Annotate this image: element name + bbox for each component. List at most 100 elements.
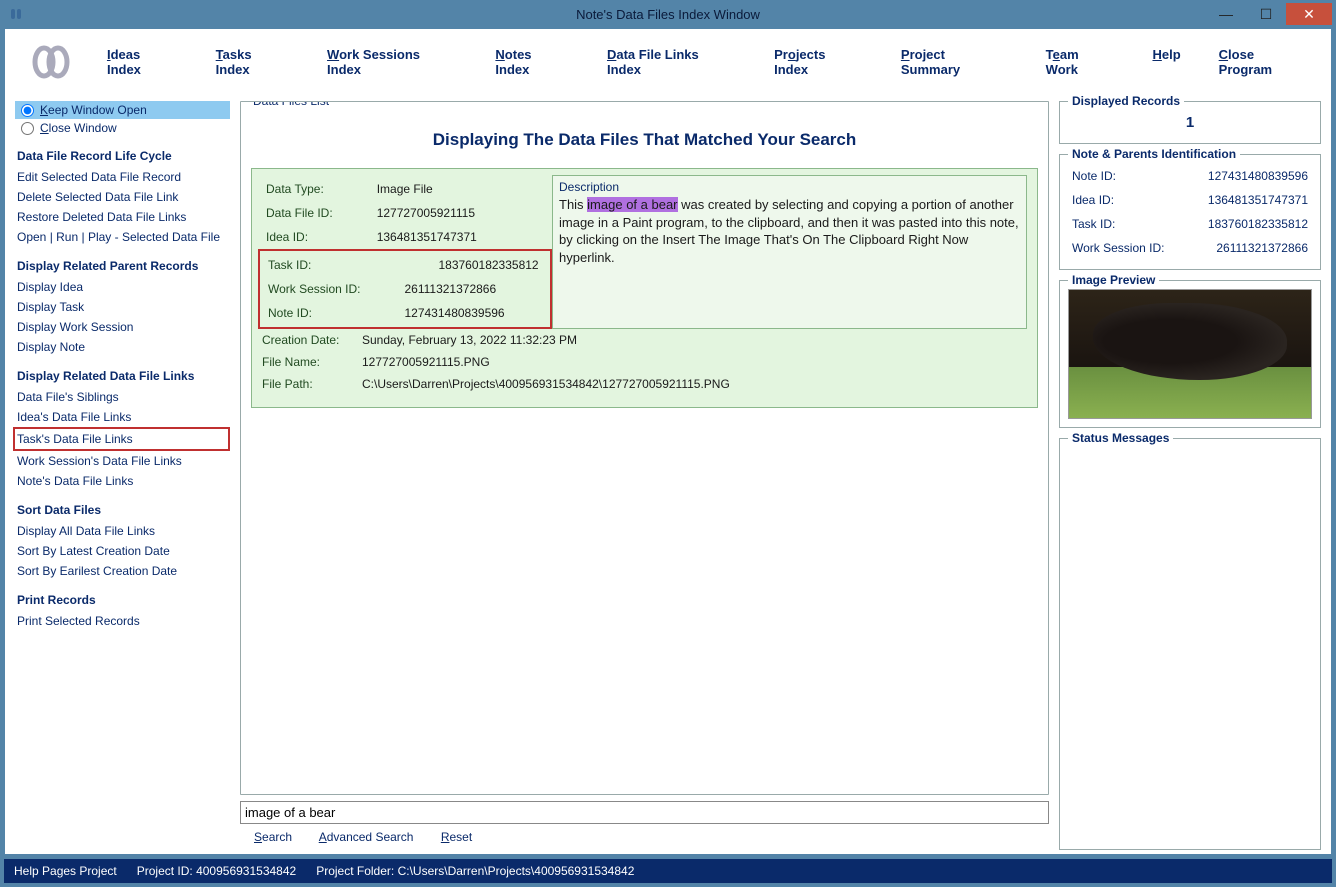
- menu-data-file-links[interactable]: Data File Links Index: [607, 47, 736, 77]
- row-creation: Creation Date:Sunday, February 13, 2022 …: [262, 329, 1027, 351]
- description-box: Description This image of a bear was cre…: [552, 175, 1027, 329]
- statusbar: Help Pages Project Project ID: 400956931…: [4, 859, 1332, 883]
- right-column: Displayed Records 1 Note & Parents Ident…: [1059, 101, 1321, 850]
- link-sort-latest[interactable]: Sort By Latest Creation Date: [15, 541, 230, 561]
- val-filename: 127727005921115.PNG: [362, 355, 490, 369]
- app-icon: [8, 6, 24, 22]
- desc-pre: This: [559, 197, 587, 212]
- search-row: [240, 795, 1049, 824]
- section-sort: Sort Data Files: [17, 503, 230, 517]
- link-display-idea[interactable]: Display Idea: [15, 277, 230, 297]
- lbl-data-file-id: Data File ID:: [262, 201, 337, 225]
- status-messages-legend: Status Messages: [1068, 431, 1173, 445]
- app-window: Note's Data Files Index Window — ☐ ✕ Ide…: [0, 0, 1336, 887]
- status-project-folder: Project Folder: C:\Users\Darren\Projects…: [316, 864, 634, 878]
- card-row-top: Data Type:Image File Data File ID:127727…: [262, 177, 1027, 329]
- link-siblings[interactable]: Data File's Siblings: [15, 387, 230, 407]
- section-lifecycle: Data File Record Life Cycle: [17, 149, 230, 163]
- val-idea-id: 136481351747371: [337, 225, 481, 249]
- data-files-list-fieldset: Data Files List Displaying The Data File…: [240, 101, 1049, 795]
- link-restore-links[interactable]: Restore Deleted Data File Links: [15, 207, 230, 227]
- lbl-task-id: Task ID:: [264, 253, 364, 277]
- window-title: Note's Data Files Index Window: [576, 7, 760, 22]
- link-ws-links[interactable]: Work Session's Data File Links: [15, 451, 230, 471]
- displayed-records-legend: Displayed Records: [1068, 95, 1184, 108]
- image-preview-box: Image Preview: [1059, 280, 1321, 428]
- link-display-work-session[interactable]: Display Work Session: [15, 317, 230, 337]
- menu-work-sessions[interactable]: Work Sessions Index: [327, 47, 457, 77]
- displayed-count: 1: [1068, 110, 1312, 135]
- val-data-file-id: 127727005921115: [337, 201, 481, 225]
- menu-project-summary[interactable]: Project Summary: [901, 47, 1008, 77]
- close-button[interactable]: ✕: [1286, 3, 1332, 25]
- minimize-button[interactable]: —: [1206, 3, 1246, 25]
- reset-button[interactable]: Reset: [441, 830, 472, 844]
- val-r-idea-id: 136481351747371: [1177, 189, 1310, 211]
- search-button[interactable]: Search: [254, 830, 292, 844]
- row-filepath: File Path:C:\Users\Darren\Projects\40095…: [262, 373, 1027, 395]
- radio-keep-open-input[interactable]: [21, 104, 34, 117]
- menu-close-program[interactable]: Close Program: [1219, 47, 1311, 77]
- sidebar: Keep Window Open Close Window Data File …: [15, 101, 230, 850]
- window-controls: — ☐ ✕: [1206, 3, 1332, 25]
- card-identifiers: Data Type:Image File Data File ID:127727…: [262, 177, 552, 329]
- val-data-type: Image File: [337, 177, 481, 201]
- menu-notes[interactable]: Notes Index: [495, 47, 569, 77]
- data-file-card[interactable]: Data Type:Image File Data File ID:127727…: [251, 168, 1038, 408]
- desc-highlight: image of a bear: [587, 197, 677, 212]
- app-logo: [25, 36, 77, 88]
- menubar: Ideas Index Tasks Index Work Sessions In…: [5, 29, 1331, 95]
- displayed-records-box: Displayed Records 1: [1059, 101, 1321, 144]
- val-r-note-id: 127431480839596: [1177, 165, 1310, 187]
- link-sort-earliest[interactable]: Sort By Earilest Creation Date: [15, 561, 230, 581]
- radio-close-window-input[interactable]: [21, 122, 34, 135]
- main-area: Keep Window Open Close Window Data File …: [5, 95, 1331, 854]
- status-messages-box: Status Messages: [1059, 438, 1321, 850]
- image-preview[interactable]: [1068, 289, 1312, 419]
- link-edit-record[interactable]: Edit Selected Data File Record: [15, 167, 230, 187]
- titlebar[interactable]: Note's Data Files Index Window — ☐ ✕: [0, 0, 1336, 28]
- val-creation: Sunday, February 13, 2022 11:32:23 PM: [362, 333, 577, 347]
- row-filename: File Name:127727005921115.PNG: [262, 351, 1027, 373]
- link-display-all[interactable]: Display All Data File Links: [15, 521, 230, 541]
- section-links: Display Related Data File Links: [17, 369, 230, 383]
- search-input[interactable]: [240, 801, 1049, 824]
- menu-ideas[interactable]: Ideas Index: [107, 47, 178, 77]
- advanced-search-button[interactable]: Advanced Search: [319, 830, 414, 844]
- section-print: Print Records: [17, 593, 230, 607]
- lbl-r-ws-id: Work Session ID:: [1070, 237, 1175, 259]
- identification-box: Note & Parents Identification Note ID:12…: [1059, 154, 1321, 270]
- search-links: Search Advanced Search Reset: [240, 824, 1049, 850]
- content-area: Ideas Index Tasks Index Work Sessions In…: [4, 28, 1332, 855]
- val-r-task-id: 183760182335812: [1177, 213, 1310, 235]
- status-help[interactable]: Help Pages Project: [14, 864, 117, 878]
- radio-keep-open[interactable]: Keep Window Open: [15, 101, 230, 119]
- image-preview-legend: Image Preview: [1068, 273, 1159, 287]
- link-print-selected[interactable]: Print Selected Records: [15, 611, 230, 631]
- lbl-filename: File Name:: [262, 355, 362, 369]
- description-label: Description: [559, 180, 1020, 194]
- data-files-list-legend: Data Files List: [249, 101, 333, 108]
- lbl-ws-id: Work Session ID:: [264, 277, 364, 301]
- list-title: Displaying The Data Files That Matched Y…: [251, 130, 1038, 150]
- link-delete-link[interactable]: Delete Selected Data File Link: [15, 187, 230, 207]
- maximize-button[interactable]: ☐: [1246, 3, 1286, 25]
- radio-close-window[interactable]: Close Window: [15, 119, 230, 137]
- menu-team-work[interactable]: Team Work: [1046, 47, 1115, 77]
- lbl-data-type: Data Type:: [262, 177, 337, 201]
- link-task-links[interactable]: Task's Data File Links: [13, 427, 230, 451]
- link-display-task[interactable]: Display Task: [15, 297, 230, 317]
- lbl-creation: Creation Date:: [262, 333, 362, 347]
- menu-help[interactable]: Help: [1152, 47, 1180, 77]
- menu-projects[interactable]: Projects Index: [774, 47, 863, 77]
- val-note-id: 127431480839596: [364, 301, 542, 325]
- link-note-links[interactable]: Note's Data File Links: [15, 471, 230, 491]
- lbl-idea-id: Idea ID:: [262, 225, 337, 249]
- link-idea-links[interactable]: Idea's Data File Links: [15, 407, 230, 427]
- menu-tasks[interactable]: Tasks Index: [216, 47, 289, 77]
- link-display-note[interactable]: Display Note: [15, 337, 230, 357]
- lbl-r-note-id: Note ID:: [1070, 165, 1175, 187]
- link-open-run-play[interactable]: Open | Run | Play - Selected Data File: [15, 227, 230, 247]
- highlighted-ids: Task ID:183760182335812 Work Session ID:…: [258, 249, 552, 329]
- val-filepath: C:\Users\Darren\Projects\400956931534842…: [362, 377, 730, 391]
